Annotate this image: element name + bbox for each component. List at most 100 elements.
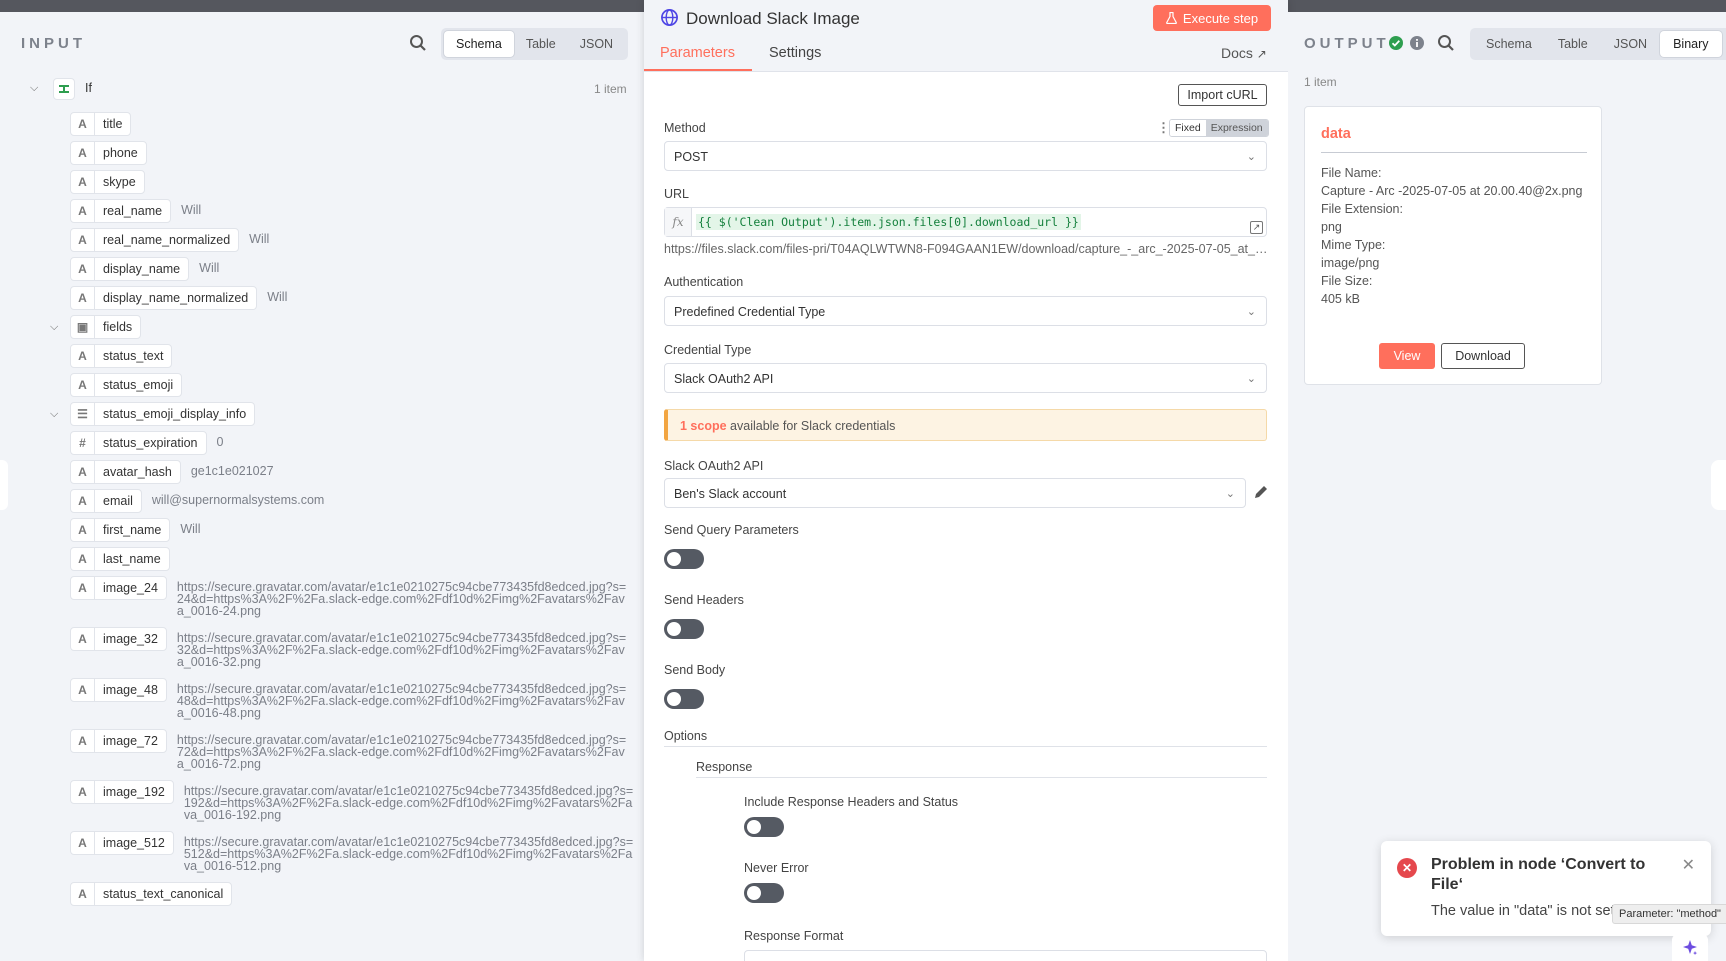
include-response-toggle[interactable] (744, 817, 784, 837)
field-name: image_72 (103, 734, 158, 748)
node-header: Download Slack Image Execute step Parame… (644, 0, 1288, 72)
send-headers-toggle[interactable] (664, 619, 704, 639)
send-body-toggle[interactable] (664, 689, 704, 709)
authentication-value: Predefined Credential Type (674, 305, 826, 319)
field-pill[interactable]: Aimage_72 (70, 729, 167, 753)
field-type-icon: A (71, 831, 95, 855)
import-curl-button[interactable]: Import cURL (1178, 84, 1267, 106)
field-type-icon: A (71, 112, 95, 136)
output-tab-binary[interactable]: Binary (1660, 31, 1722, 57)
search-icon[interactable] (1437, 34, 1455, 52)
output-tab-schema[interactable]: Schema (1473, 31, 1545, 57)
field-name: real_name (103, 204, 163, 218)
slack-credential-value: Ben's Slack account (674, 487, 787, 501)
credential-type-value: Slack OAuth2 API (674, 372, 774, 386)
chevron-down-icon[interactable]: ⌵ (30, 82, 38, 95)
field-value: https://secure.gravatar.com/avatar/e1c1e… (183, 835, 634, 873)
field-type-icon: A (71, 228, 95, 252)
download-button[interactable]: Download (1441, 343, 1525, 369)
field-type-icon: A (71, 576, 95, 600)
schema-row: ☰ status_emoji_display_info (70, 402, 256, 426)
close-icon[interactable]: ✕ (1682, 855, 1695, 875)
field-pill[interactable]: Aavatar_hash (70, 460, 181, 484)
field-type-icon: A (71, 678, 95, 702)
schema-row: Aimage_192 https://secure.gravatar.com/av… (70, 780, 634, 821)
field-pill[interactable]: Astatus_text (70, 344, 173, 368)
field-pill[interactable]: Aimage_512 (70, 831, 174, 855)
field-pill[interactable]: Askype (70, 170, 145, 194)
fixed-option[interactable]: Fixed (1170, 120, 1206, 136)
execute-step-button[interactable]: Execute step (1153, 5, 1271, 31)
ai-assistant-button[interactable] (1672, 934, 1708, 961)
field-pill[interactable]: Afirst_name (70, 518, 171, 542)
schema-row: ▣ fields (70, 315, 142, 339)
left-panel-handle[interactable] (0, 460, 8, 510)
credential-type-select[interactable]: Slack OAuth2 API ⌄ (664, 363, 1267, 393)
field-pill[interactable]: # status_expiration (70, 431, 207, 455)
field-pill[interactable]: Adisplay_name (70, 257, 190, 281)
field-pill[interactable]: Aimage_24 (70, 576, 167, 600)
url-expression-input[interactable]: fx {{ $('Clean Output').item.json.files[… (664, 207, 1267, 237)
fixed-expression-toggle[interactable]: Fixed Expression (1169, 119, 1269, 137)
field-pill[interactable]: Astatus_text_canonical (70, 882, 233, 906)
side-panel-handle[interactable] (1711, 460, 1726, 510)
input-view-tabs: Schema Table JSON (441, 28, 629, 60)
output-tab-json[interactable]: JSON (1601, 31, 1660, 57)
input-tab-table[interactable]: Table (514, 31, 568, 57)
field-name: image_32 (103, 632, 158, 646)
schema-row: Areal_name_normalized Will (70, 228, 269, 252)
chevron-down-icon[interactable]: ⌵ (50, 321, 58, 334)
file-name-label: File Name: (1321, 166, 1382, 180)
field-name: image_48 (103, 683, 158, 697)
field-pill[interactable]: Aimage_192 (70, 780, 174, 804)
field-name: display_name (103, 262, 181, 276)
field-pill[interactable]: Adisplay_name_normalized (70, 286, 258, 310)
method-select[interactable]: POST ⌄ (664, 141, 1267, 171)
field-pill[interactable]: Aemail (70, 489, 142, 513)
schema-row: Astatus_emoji (70, 373, 183, 397)
output-tab-table[interactable]: Table (1545, 31, 1601, 57)
docs-label: Docs (1221, 45, 1253, 61)
chevron-down-icon[interactable]: ⌵ (50, 408, 58, 421)
input-tab-json[interactable]: JSON (568, 31, 625, 57)
credential-type-label: Credential Type (664, 343, 752, 357)
view-button[interactable]: View (1379, 343, 1435, 369)
slack-credential-select[interactable]: Ben's Slack account ⌄ (664, 478, 1246, 508)
field-pill[interactable]: Alast_name (70, 547, 170, 571)
expand-editor-icon[interactable]: ↗ (1250, 221, 1263, 234)
never-error-label: Never Error (744, 861, 809, 875)
field-pill[interactable]: Areal_name_normalized (70, 228, 240, 252)
field-pill[interactable]: Astatus_emoji (70, 373, 183, 397)
field-pill[interactable]: Areal_name (70, 199, 172, 223)
schema-row: Alast_name (70, 547, 170, 571)
field-type-icon: ☰ (71, 402, 95, 426)
field-pill[interactable]: ▣ fields (70, 315, 142, 339)
tab-parameters[interactable]: Parameters (660, 45, 735, 61)
info-icon[interactable] (1409, 35, 1425, 51)
field-pill[interactable]: Aimage_48 (70, 678, 167, 702)
input-tab-schema[interactable]: Schema (444, 31, 514, 57)
never-error-toggle[interactable] (744, 883, 784, 903)
send-query-toggle[interactable] (664, 549, 704, 569)
field-name: status_emoji (103, 378, 174, 392)
schema-row: Atitle (70, 112, 132, 136)
field-pill[interactable]: ☰ status_emoji_display_info (70, 402, 256, 426)
field-pill[interactable]: Atitle (70, 112, 132, 136)
field-pill[interactable]: Aimage_32 (70, 627, 167, 651)
docs-link[interactable]: Docs ↗ (1221, 45, 1267, 61)
binary-data-card: data File Name: Capture - Arc -2025-07-0… (1304, 106, 1602, 385)
scope-link[interactable]: 1 scope (680, 419, 727, 433)
send-query-label: Send Query Parameters (664, 523, 799, 537)
response-format-select[interactable] (744, 950, 1267, 961)
active-tab-underline (644, 69, 752, 71)
flask-icon (1166, 12, 1177, 24)
pencil-icon[interactable] (1253, 484, 1269, 500)
field-value: https://secure.gravatar.com/avatar/e1c1e… (176, 580, 627, 618)
options-label: Options (664, 729, 708, 743)
field-pill[interactable]: Aphone (70, 141, 147, 165)
schema-row: Adisplay_name Will (70, 257, 219, 281)
tab-settings[interactable]: Settings (769, 45, 821, 61)
expression-option[interactable]: Expression (1205, 120, 1268, 136)
authentication-select[interactable]: Predefined Credential Type ⌄ (664, 296, 1267, 326)
search-icon[interactable] (409, 34, 427, 52)
